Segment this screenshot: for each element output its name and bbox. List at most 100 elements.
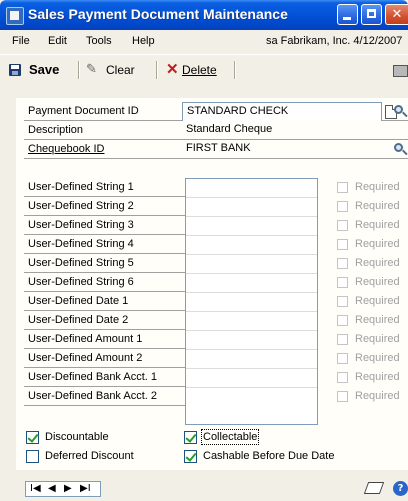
cell-divider bbox=[186, 330, 317, 331]
payment-document-id-row: Payment Document ID STANDARD CHECK bbox=[16, 102, 408, 121]
discountable-label: Discountable bbox=[45, 431, 109, 443]
menu-help[interactable]: Help bbox=[132, 35, 155, 47]
collectable-checkbox[interactable] bbox=[184, 431, 197, 444]
required-checkbox[interactable] bbox=[337, 334, 348, 345]
lookup-icon[interactable] bbox=[393, 104, 408, 119]
required-checkbox[interactable] bbox=[337, 315, 348, 326]
menu-edit[interactable]: Edit bbox=[48, 35, 67, 47]
cell-divider bbox=[186, 197, 317, 198]
row-divider bbox=[24, 272, 185, 273]
window: Sales Payment Document Maintenance ✕ Fil… bbox=[0, 0, 408, 501]
required-label: Required bbox=[355, 257, 400, 269]
title-bar[interactable]: Sales Payment Document Maintenance ✕ bbox=[0, 0, 408, 30]
required-checkbox[interactable] bbox=[337, 220, 348, 231]
next-record-button[interactable]: ▶ bbox=[64, 483, 72, 495]
ud-string-6-label: User-Defined String 6 bbox=[28, 276, 134, 288]
ud-string-4-label: User-Defined String 4 bbox=[28, 238, 134, 250]
bottom-bar: I◀ ◀ ▶ ▶I ? bbox=[0, 476, 408, 501]
user-company-date: sa Fabrikam, Inc. 4/12/2007 bbox=[266, 35, 403, 47]
ud-string-5-label: User-Defined String 5 bbox=[28, 257, 134, 269]
cell-divider bbox=[186, 368, 317, 369]
delete-icon: ✕ bbox=[166, 61, 179, 78]
deferred-discount-label: Deferred Discount bbox=[45, 450, 134, 462]
ud-bank-acct-1-label: User-Defined Bank Acct. 1 bbox=[28, 371, 158, 383]
required-label: Required bbox=[355, 314, 400, 326]
first-record-button[interactable]: I◀ bbox=[30, 483, 41, 495]
description-row: Description Standard Cheque bbox=[16, 121, 408, 140]
required-checkbox[interactable] bbox=[337, 182, 348, 193]
required-label: Required bbox=[355, 219, 400, 231]
check-icon bbox=[27, 431, 39, 443]
menu-file[interactable]: File bbox=[12, 35, 30, 47]
toolbar-separator bbox=[78, 61, 80, 79]
cell-divider bbox=[186, 273, 317, 274]
required-checkbox[interactable] bbox=[337, 296, 348, 307]
menu-bar: File Edit Tools Help sa Fabrikam, Inc. 4… bbox=[0, 30, 408, 52]
ud-string-3-label: User-Defined String 3 bbox=[28, 219, 134, 231]
save-icon bbox=[9, 64, 21, 76]
discountable-checkbox[interactable] bbox=[26, 431, 39, 444]
maximize-button[interactable] bbox=[361, 4, 382, 25]
row-divider bbox=[24, 158, 408, 159]
required-checkbox[interactable] bbox=[337, 277, 348, 288]
row-divider bbox=[24, 215, 185, 216]
required-label: Required bbox=[355, 276, 400, 288]
maximize-icon bbox=[367, 9, 376, 18]
description-value[interactable]: Standard Cheque bbox=[186, 123, 272, 135]
ud-amount-2-label: User-Defined Amount 2 bbox=[28, 352, 143, 364]
required-label: Required bbox=[355, 200, 400, 212]
required-checkbox[interactable] bbox=[337, 239, 348, 250]
required-checkbox[interactable] bbox=[337, 372, 348, 383]
row-divider bbox=[24, 234, 185, 235]
delete-button[interactable]: Delete bbox=[182, 63, 217, 77]
required-checkbox[interactable] bbox=[337, 391, 348, 402]
menu-tools[interactable]: Tools bbox=[86, 35, 112, 47]
ud-amount-1-label: User-Defined Amount 1 bbox=[28, 333, 143, 345]
minimize-icon bbox=[343, 17, 351, 20]
record-navigation: I◀ ◀ ▶ ▶I bbox=[25, 481, 101, 497]
ud-date-2-label: User-Defined Date 2 bbox=[28, 314, 129, 326]
required-label: Required bbox=[355, 390, 400, 402]
required-checkbox[interactable] bbox=[337, 353, 348, 364]
lookup-icon[interactable] bbox=[393, 142, 408, 157]
toolbar-separator bbox=[156, 61, 158, 79]
cell-divider bbox=[186, 235, 317, 236]
window-title: Sales Payment Document Maintenance bbox=[28, 6, 288, 22]
ud-string-1-label: User-Defined String 1 bbox=[28, 181, 134, 193]
cashable-before-due-date-label: Cashable Before Due Date bbox=[203, 450, 335, 462]
check-icon bbox=[185, 431, 197, 443]
ud-string-2-label: User-Defined String 2 bbox=[28, 200, 134, 212]
required-label: Required bbox=[355, 333, 400, 345]
cashable-before-due-date-checkbox[interactable] bbox=[184, 450, 197, 463]
clear-button[interactable]: Clear bbox=[106, 63, 135, 77]
row-divider bbox=[24, 253, 185, 254]
payment-document-id-field[interactable]: STANDARD CHECK bbox=[182, 102, 382, 121]
cell-divider bbox=[186, 311, 317, 312]
required-checkbox[interactable] bbox=[337, 201, 348, 212]
chequebook-id-row: Chequebook ID FIRST BANK bbox=[16, 140, 408, 159]
user-defined-values-box[interactable] bbox=[185, 178, 318, 425]
cell-divider bbox=[186, 292, 317, 293]
collectable-label: Collectable bbox=[200, 429, 260, 445]
toolbar-separator bbox=[234, 61, 236, 79]
chequebook-id-value[interactable]: FIRST BANK bbox=[186, 142, 251, 154]
close-button[interactable]: ✕ bbox=[385, 4, 408, 25]
row-divider bbox=[24, 367, 185, 368]
print-icon[interactable] bbox=[393, 65, 408, 77]
cell-divider bbox=[186, 349, 317, 350]
required-label: Required bbox=[355, 238, 400, 250]
chequebook-id-label[interactable]: Chequebook ID bbox=[28, 143, 104, 155]
ud-date-1-label: User-Defined Date 1 bbox=[28, 295, 129, 307]
row-divider bbox=[24, 196, 185, 197]
help-icon[interactable]: ? bbox=[393, 481, 408, 496]
previous-record-button[interactable]: ◀ bbox=[48, 483, 56, 495]
last-record-button[interactable]: ▶I bbox=[80, 483, 91, 495]
row-divider bbox=[24, 329, 185, 330]
note-icon[interactable] bbox=[363, 482, 385, 494]
clear-icon: ✎ bbox=[86, 61, 97, 76]
minimize-button[interactable] bbox=[337, 4, 358, 25]
required-checkbox[interactable] bbox=[337, 258, 348, 269]
cell-divider bbox=[186, 387, 317, 388]
deferred-discount-checkbox[interactable] bbox=[26, 450, 39, 463]
save-button[interactable]: Save bbox=[29, 62, 59, 77]
